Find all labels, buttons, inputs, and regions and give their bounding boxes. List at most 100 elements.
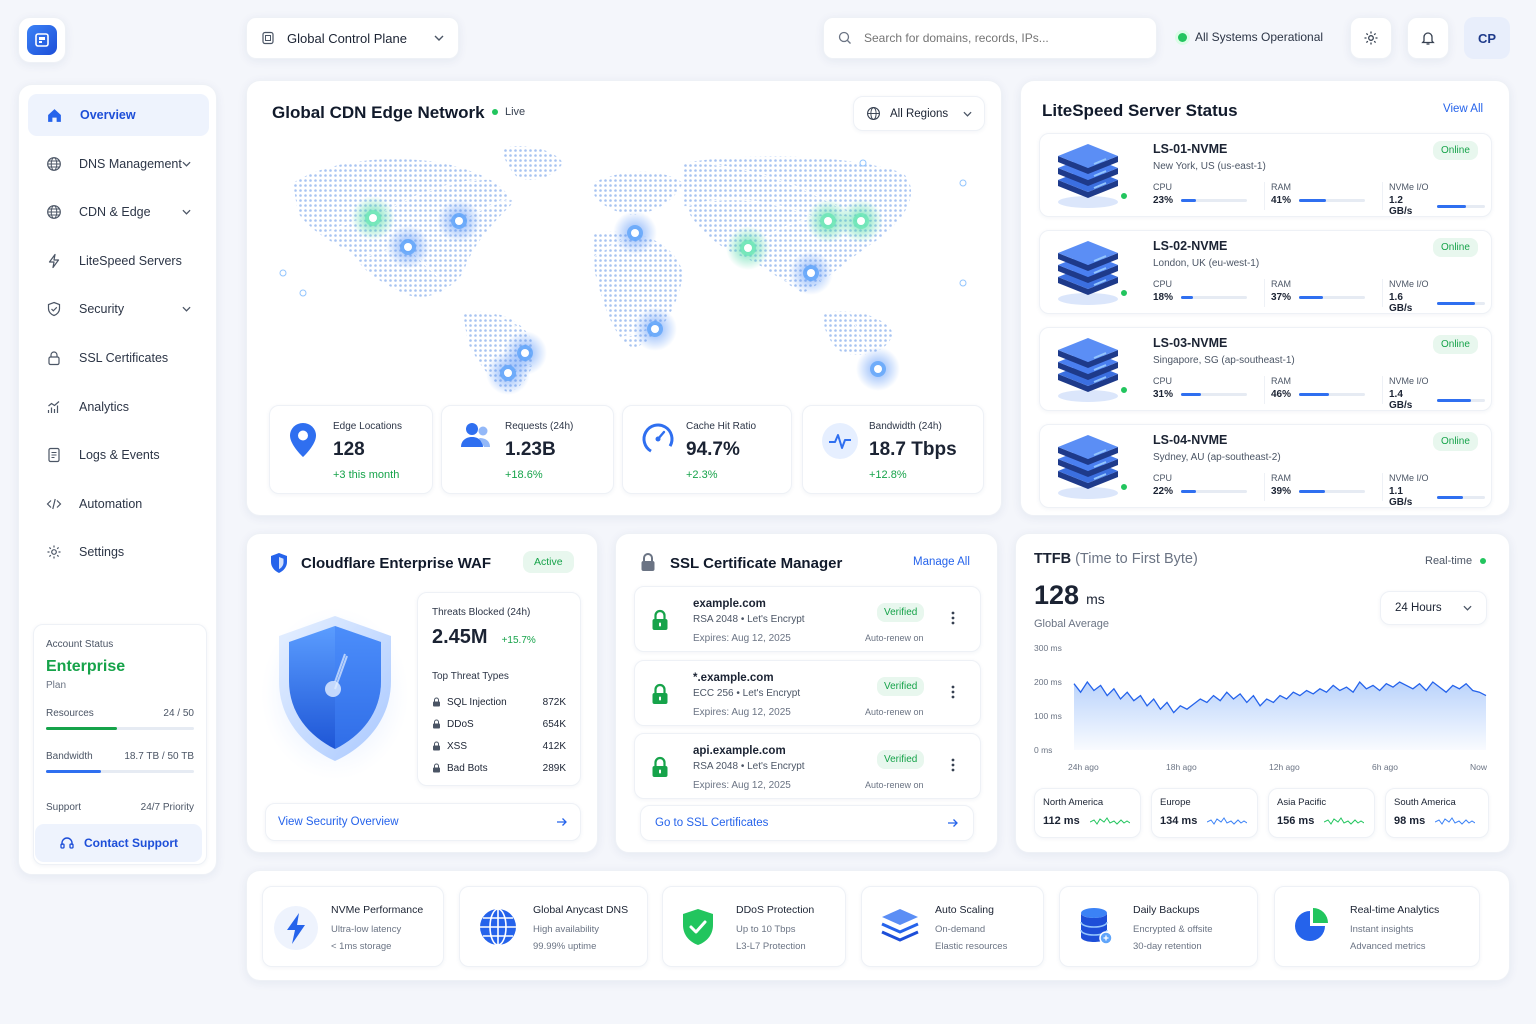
view-security-overview-link[interactable]: View Security Overview xyxy=(265,803,581,841)
account-plan-sub: Plan xyxy=(46,680,67,691)
region-name: Asia Pacific xyxy=(1277,797,1327,808)
server-name: LS-03-NVME xyxy=(1153,336,1228,350)
ssl-title: SSL Certificate Manager xyxy=(670,555,843,572)
metric-value: 39% xyxy=(1271,486,1292,497)
app-logo[interactable] xyxy=(18,17,66,63)
metric-bar xyxy=(1181,296,1247,299)
edge-node[interactable] xyxy=(486,351,530,395)
region-dropdown[interactable]: All Regions xyxy=(853,96,985,131)
threat-name: Bad Bots xyxy=(447,762,488,774)
server-card[interactable]: LS-02-NVME London, UK (eu-west-1) Online CP… xyxy=(1039,230,1492,314)
more-options-icon[interactable] xyxy=(951,611,955,625)
view-all-servers-link[interactable]: View All xyxy=(1443,103,1483,115)
metric-label: CPU xyxy=(1153,182,1173,192)
server-location: Singapore, SG (ap-southeast-1) xyxy=(1153,355,1295,366)
metric-bar xyxy=(1437,495,1485,499)
notifications-button[interactable] xyxy=(1407,17,1449,59)
contact-support-button[interactable]: Contact Support xyxy=(35,824,202,862)
system-status-label: All Systems Operational xyxy=(1195,30,1324,44)
server-card[interactable]: LS-04-NVME Sydney, AU (ap-southeast-2) Onl… xyxy=(1039,424,1492,508)
threat-value: 289K xyxy=(542,762,566,774)
edge-node[interactable] xyxy=(386,225,430,269)
sidebar-item-ssl-certificates[interactable]: SSL Certificates xyxy=(28,337,209,379)
search-bar[interactable] xyxy=(823,17,1157,59)
world-map xyxy=(279,146,967,395)
edge-node[interactable] xyxy=(856,347,900,391)
threat-lock-icon xyxy=(432,719,441,729)
feature-line-2: 30-day retention xyxy=(1133,941,1202,952)
server-online-dot xyxy=(1119,385,1129,395)
server-card[interactable]: LS-01-NVME New York, US (us-east-1) Online… xyxy=(1039,133,1492,217)
metric-row: 23% xyxy=(1153,195,1264,206)
feature-card: Auto Scaling On-demand Elastic resources xyxy=(861,886,1044,967)
server-online-dot xyxy=(1119,482,1129,492)
search-input[interactable] xyxy=(864,31,1134,45)
edge-node[interactable] xyxy=(789,251,833,295)
cert-expiry: Expires: Aug 12, 2025 xyxy=(693,706,791,718)
metric-ram: RAM 37% xyxy=(1271,279,1383,307)
cert-lock-icon xyxy=(651,609,669,631)
stat-label: Cache Hit Ratio xyxy=(686,421,757,432)
edge-node[interactable] xyxy=(437,199,481,243)
edge-node[interactable] xyxy=(839,199,883,243)
x-tick-label: 12h ago xyxy=(1269,762,1300,772)
user-avatar[interactable]: CP xyxy=(1464,17,1510,59)
metric-bar xyxy=(1437,398,1485,402)
edge-node[interactable] xyxy=(633,307,677,351)
ttfb-heading: TTFB (Time to First Byte) xyxy=(1034,551,1198,567)
edge-node[interactable] xyxy=(613,211,657,255)
region-value: 156 ms xyxy=(1277,815,1315,827)
metric-bar xyxy=(1181,199,1247,202)
threat-value: 654K xyxy=(542,718,566,730)
server-card[interactable]: LS-03-NVME Singapore, SG (ap-southeast-1)… xyxy=(1039,327,1492,411)
sidebar-item-logs-events[interactable]: Logs & Events xyxy=(28,434,209,476)
metric-value: 37% xyxy=(1271,292,1292,303)
sparkline xyxy=(1207,815,1248,827)
feature-title: Auto Scaling xyxy=(935,904,994,916)
server-location: Sydney, AU (ap-southeast-2) xyxy=(1153,452,1281,463)
cert-domain: example.com xyxy=(693,598,766,610)
metric-row: 1.1 GB/s xyxy=(1389,486,1487,508)
cert-card[interactable]: example.com RSA 2048 • Let's Encrypt Expir… xyxy=(634,586,981,652)
sidebar-item-settings[interactable]: Settings xyxy=(28,531,209,573)
plane-icon xyxy=(262,31,274,45)
region-card: North America 112 ms xyxy=(1034,788,1141,838)
ttfb-chart: 300 ms 200 ms 100 ms 0 ms 24h ago 18h ago 12h … xyxy=(1034,643,1488,772)
metric-row: 1.2 GB/s xyxy=(1389,195,1487,217)
edge-node[interactable] xyxy=(351,196,395,240)
sidebar-item-label: Security xyxy=(79,302,125,317)
cert-status-badge: Verified xyxy=(877,603,925,622)
stat-delta: +3 this month xyxy=(333,469,400,481)
shield-icon xyxy=(271,553,287,573)
cert-card[interactable]: *.example.com ECC 256 • Let's Encrypt Expi… xyxy=(634,659,981,726)
sidebar-item-label: SSL Certificates xyxy=(79,351,169,365)
sidebar-item-cdn-edge[interactable]: CDN & Edge xyxy=(28,191,209,233)
y-tick-label: 200 ms xyxy=(1034,677,1062,687)
sidebar-item-litespeed-servers[interactable]: LiteSpeed Servers xyxy=(28,240,209,282)
control-plane-selector[interactable]: Global Control Plane xyxy=(246,17,459,59)
go-to-ssl-link[interactable]: Go to SSL Certificates xyxy=(640,805,974,841)
globe-icon xyxy=(46,204,62,220)
manage-all-link[interactable]: Manage All xyxy=(913,556,970,568)
x-tick-label: Now xyxy=(1470,762,1488,772)
metric-bar xyxy=(1437,204,1485,208)
sidebar-item-analytics[interactable]: Analytics xyxy=(28,386,209,428)
time-range-dropdown[interactable]: 24 Hours xyxy=(1380,591,1487,625)
stat-value: 128 xyxy=(333,439,365,460)
system-status[interactable]: All Systems Operational xyxy=(1178,30,1323,44)
sidebar-item-security[interactable]: Security xyxy=(28,288,209,330)
more-options-icon[interactable] xyxy=(951,758,955,772)
sidebar-item-overview[interactable]: Overview xyxy=(28,94,209,136)
sidebar-item-automation[interactable]: Automation xyxy=(28,483,209,525)
settings-button[interactable] xyxy=(1350,17,1392,59)
more-options-icon[interactable] xyxy=(951,685,955,699)
support-row: Support 24/7 Priority xyxy=(46,802,194,813)
threats-blocked-delta: +15.7% xyxy=(501,635,536,646)
cert-card[interactable]: api.example.com RSA 2048 • Let's Encrypt E… xyxy=(634,733,981,799)
sidebar-item-dns-management[interactable]: DNS Management xyxy=(28,143,209,185)
edge-node[interactable] xyxy=(726,226,770,270)
sidebar-item-label: Automation xyxy=(79,496,143,511)
search-icon xyxy=(838,31,851,44)
threat-name: DDoS xyxy=(447,718,474,730)
server-icon xyxy=(1052,431,1124,503)
